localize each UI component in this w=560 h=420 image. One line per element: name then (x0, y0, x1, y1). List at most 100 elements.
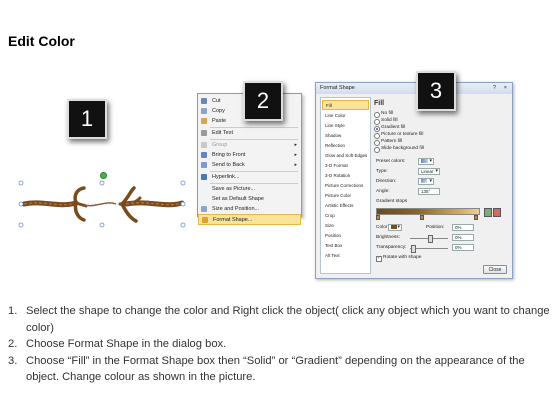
menu-item-label: Save as Picture... (212, 186, 256, 192)
color-swatch-icon (391, 225, 397, 229)
transparency-slider-knob[interactable] (411, 245, 416, 253)
transparency-label: Transparency: (376, 245, 407, 250)
radio-no-fill[interactable] (374, 112, 380, 118)
help-button[interactable]: ? (493, 83, 496, 94)
menu-item-label: Paste (212, 118, 227, 124)
transparency-input[interactable]: 0% (452, 244, 474, 251)
menu-item-label: Send to Back (212, 162, 245, 168)
gradient-stop-handle[interactable] (376, 215, 380, 220)
radio-label: Gradient fill (381, 125, 406, 130)
nav-item-line-style[interactable]: Line Style (322, 121, 369, 131)
close-icon[interactable]: × (504, 83, 507, 94)
nav-item-3d-rotation[interactable]: 3-D Rotation (322, 171, 369, 181)
page-title: Edit Color (8, 33, 75, 49)
rotate-with-shape-label: Rotate with shape (383, 255, 422, 260)
gradient-stops-label: Gradient stops (376, 199, 408, 204)
nav-item-line-color[interactable]: Line Color (322, 111, 369, 121)
brightness-value: 0% (455, 235, 462, 240)
panel-heading: Fill (374, 100, 385, 107)
brightness-slider-knob[interactable] (428, 235, 433, 243)
send-back-icon (201, 162, 207, 168)
format-shape-icon (202, 217, 208, 223)
menu-item-size-and-position[interactable]: Size and Position... (198, 204, 301, 214)
instruction-text: Choose Format Shape in the dialog box. (26, 338, 227, 350)
radio-picture-fill[interactable] (374, 133, 380, 139)
gradient-stops-bar[interactable] (376, 208, 480, 215)
direction-label: Direction: (376, 179, 397, 184)
menu-item-hyperlink[interactable]: Hyperlink... (198, 172, 301, 182)
nav-item-glow[interactable]: Glow and Soft Edges (322, 151, 369, 161)
rotation-handle[interactable] (100, 172, 107, 179)
type-label: Type: (376, 169, 388, 174)
menu-item-send-to-back[interactable]: Send to Back ▸ (198, 160, 301, 170)
add-stop-icon[interactable] (484, 208, 492, 217)
menu-item-bring-to-front[interactable]: Bring to Front ▸ (198, 150, 301, 160)
fill-panel: Fill No fill Solid fill Gradient fill Pi… (374, 97, 508, 262)
menu-item-group[interactable]: Group ▸ (198, 140, 301, 150)
selected-shape[interactable] (18, 172, 186, 228)
radio-slide-background-fill[interactable] (374, 147, 380, 153)
menu-item-save-as-picture[interactable]: Save as Picture... (198, 184, 301, 194)
group-icon (201, 142, 207, 148)
instruction-number: 1. (8, 305, 18, 317)
rope-shape-icon (18, 180, 186, 228)
nav-item-position[interactable]: Position (322, 231, 369, 241)
direction-swatch-icon (421, 179, 427, 183)
nav-item-size[interactable]: Size (322, 221, 369, 231)
angle-input[interactable]: 135° (418, 188, 440, 195)
instruction-item: 3. Choose “Fill” in the Format Shape box… (8, 353, 554, 386)
format-shape-dialog: Format Shape ? × Fill Line Color Line St… (315, 82, 513, 279)
nav-item-crop[interactable]: Crop (322, 211, 369, 221)
menu-item-edit-text[interactable]: Edit Text (198, 128, 301, 138)
brightness-input[interactable]: 0% (452, 234, 474, 241)
preset-colors-dropdown[interactable] (418, 158, 434, 165)
position-value: 0% (455, 225, 462, 230)
menu-item-label: Hyperlink... (212, 174, 240, 180)
step-1-number: 1 (80, 106, 94, 131)
radio-label: Pattern fill (381, 139, 403, 144)
radio-solid-fill[interactable] (374, 119, 380, 125)
radio-pattern-fill[interactable] (374, 140, 380, 146)
position-input[interactable]: 0% (452, 224, 474, 231)
rotate-with-shape-checkbox[interactable]: ✓ (376, 255, 382, 262)
nav-item-alt-text[interactable]: Alt Text (322, 251, 369, 261)
nav-item-reflection[interactable]: Reflection (322, 141, 369, 151)
submenu-arrow-icon: ▸ (294, 152, 297, 158)
brightness-label: Brightness: (376, 235, 400, 240)
nav-item-picture-color[interactable]: Picture Color (322, 191, 369, 201)
type-dropdown[interactable]: Linear (418, 168, 440, 175)
transparency-value: 0% (455, 245, 462, 250)
submenu-arrow-icon: ▸ (294, 142, 297, 148)
direction-dropdown[interactable] (418, 178, 434, 185)
close-button[interactable]: Close (483, 265, 507, 274)
submenu-arrow-icon: ▸ (294, 162, 297, 168)
dialog-title: Format Shape (320, 85, 355, 91)
edit-text-icon (201, 130, 207, 136)
category-nav: Fill Line Color Line Style Shadow Reflec… (320, 97, 371, 274)
type-value: Linear (421, 169, 434, 174)
paste-icon (201, 118, 207, 124)
remove-stop-icon[interactable] (493, 208, 501, 217)
nav-item-artistic-effects[interactable]: Artistic Effects (322, 201, 369, 211)
radio-gradient-fill[interactable] (374, 126, 380, 132)
menu-item-format-shape[interactable]: Format Shape... (198, 214, 301, 225)
menu-item-label: Copy (212, 108, 225, 114)
nav-item-shadow[interactable]: Shadow (322, 131, 369, 141)
step-1-badge: 1 (67, 99, 107, 139)
instruction-text: Select the shape to change the color and… (26, 305, 550, 334)
gradient-stop-handle[interactable] (420, 215, 424, 220)
color-picker-button[interactable] (388, 224, 402, 231)
radio-label: Slide background fill (381, 146, 424, 151)
menu-item-label: Size and Position... (212, 206, 260, 212)
instruction-number: 2. (8, 338, 18, 350)
instruction-item: 1. Select the shape to change the color … (8, 303, 554, 336)
nav-item-3d-format[interactable]: 3-D Format (322, 161, 369, 171)
position-label: Position: (426, 225, 445, 230)
check-icon: ✓ (377, 255, 382, 261)
nav-item-picture-corrections[interactable]: Picture Corrections (322, 181, 369, 191)
step-2-badge: 2 (243, 81, 283, 121)
nav-item-fill[interactable]: Fill (322, 100, 369, 110)
menu-item-set-default-shape[interactable]: Set as Default Shape (198, 194, 301, 204)
nav-item-text-box[interactable]: Text Box (322, 241, 369, 251)
gradient-stop-handle[interactable] (474, 215, 478, 220)
